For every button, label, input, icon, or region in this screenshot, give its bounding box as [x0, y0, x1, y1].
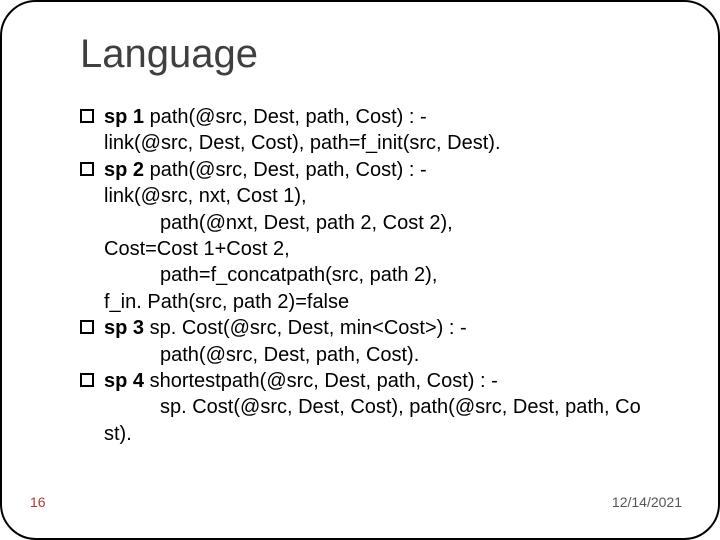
bullet-icon: [80, 320, 94, 334]
slide-body: sp 1 path(@src, Dest, path, Cost) : - li…: [80, 104, 658, 447]
rule-sp1-body: link(@src, Dest, Cost), path=f_init(src,…: [80, 130, 658, 156]
rule-head-text: path(@src, Dest, path, Cost) : -: [144, 159, 427, 181]
rule-sp2-body5: f_in. Path(src, path 2)=false: [80, 289, 658, 315]
rule-head-text: sp. Cost(@src, Dest, min<Cost>) : -: [144, 317, 467, 339]
rule-head-text: shortestpath(@src, Dest, path, Cost) : -: [144, 370, 498, 392]
rule-sp2-body1: link(@src, nxt, Cost 1),: [80, 183, 658, 209]
rule-sp4-head: sp 4 shortestpath(@src, Dest, path, Cost…: [80, 368, 658, 394]
rule-label: sp 2: [104, 159, 144, 181]
rule-label: sp 3: [104, 317, 144, 339]
bullet-icon: [80, 162, 94, 176]
rule-sp2-body3: Cost=Cost 1+Cost 2,: [80, 236, 658, 262]
rule-sp3-head: sp 3 sp. Cost(@src, Dest, min<Cost>) : -: [80, 315, 658, 341]
page-number: 16: [30, 494, 46, 510]
slide-frame: Language sp 1 path(@src, Dest, path, Cos…: [0, 0, 720, 540]
rule-sp2-head: sp 2 path(@src, Dest, path, Cost) : -: [80, 157, 658, 183]
rule-sp4-body1: sp. Cost(@src, Dest, Cost), path(@src, D…: [80, 394, 658, 420]
rule-label: sp 1: [104, 106, 144, 128]
rule-label: sp 4: [104, 370, 144, 392]
bullet-icon: [80, 109, 94, 123]
rule-sp2-body4: path=f_concatpath(src, path 2),: [80, 262, 658, 288]
rule-head-text: path(@src, Dest, path, Cost) : -: [144, 106, 427, 128]
slide-date: 12/14/2021: [612, 494, 682, 510]
rule-sp4-body2: st).: [80, 421, 658, 447]
slide-title: Language: [80, 32, 258, 77]
rule-sp1-head: sp 1 path(@src, Dest, path, Cost) : -: [80, 104, 658, 130]
bullet-icon: [80, 373, 94, 387]
rule-sp2-body2: path(@nxt, Dest, path 2, Cost 2),: [80, 210, 658, 236]
rule-sp3-body1: path(@src, Dest, path, Cost).: [80, 342, 658, 368]
